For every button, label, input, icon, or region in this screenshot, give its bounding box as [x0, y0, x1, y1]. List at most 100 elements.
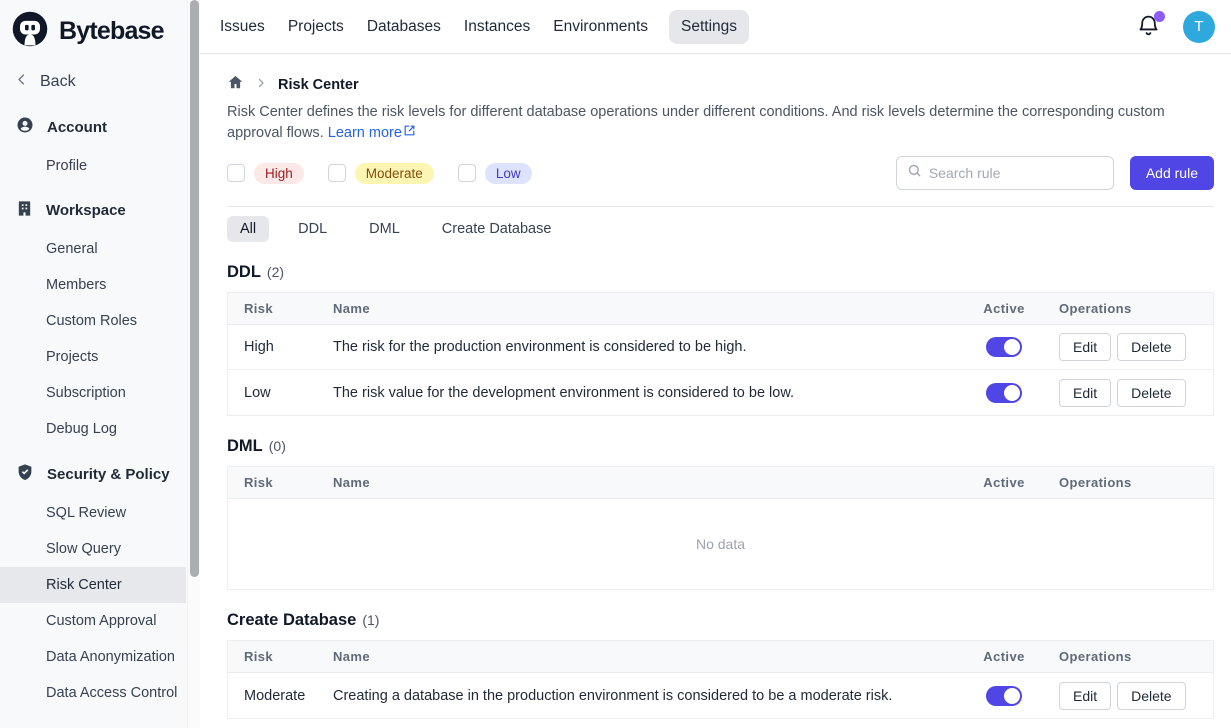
header-name: Name — [317, 649, 949, 664]
rule-name: The risk value for the development envir… — [317, 385, 949, 401]
shield-icon — [16, 463, 34, 485]
header-name: Name — [317, 475, 949, 490]
rule-name: Creating a database in the production en… — [317, 688, 949, 704]
learn-more-link[interactable]: Learn more — [328, 123, 416, 144]
brand-logo[interactable]: Bytebase — [0, 0, 186, 58]
nav-item-instances[interactable]: Instances — [462, 10, 532, 44]
sidebar-item-data-access-control[interactable]: Data Access Control — [0, 675, 186, 711]
toggle-knob — [1004, 688, 1020, 704]
header-name: Name — [317, 301, 949, 316]
breadcrumb-current: Risk Center — [278, 77, 359, 93]
sidebar-section-security-policy: Security & Policy — [0, 452, 186, 495]
rule-risk-level: Moderate — [228, 688, 317, 704]
nav-item-projects[interactable]: Projects — [286, 10, 346, 44]
sidebar-item-data-anonymization[interactable]: Data Anonymization — [0, 639, 186, 675]
user-avatar[interactable]: T — [1183, 11, 1215, 43]
sidebar-item-custom-approval[interactable]: Custom Approval — [0, 603, 186, 639]
add-rule-button[interactable]: Add rule — [1130, 156, 1214, 190]
rule-row-high: HighThe risk for the production environm… — [228, 325, 1213, 370]
header-risk: Risk — [228, 649, 317, 664]
search-rule-input[interactable] — [929, 165, 1103, 181]
header-operations: Operations — [1059, 301, 1213, 316]
delete-button[interactable]: Delete — [1117, 333, 1185, 361]
section-title: DDL — [227, 261, 261, 283]
app-window: Bytebase Back Account Profile Workspace Gen… — [0, 0, 1231, 728]
filter-low: Low — [458, 163, 532, 184]
section-title: Create Database — [227, 609, 356, 631]
tab-ddl[interactable]: DDL — [285, 216, 340, 242]
user-icon — [16, 116, 34, 138]
delete-button[interactable]: Delete — [1117, 682, 1185, 710]
filter-checkbox-moderate[interactable] — [328, 164, 346, 182]
rules-table: RiskNameActiveOperations ModerateCreating… — [227, 640, 1214, 719]
sidebar-item-members[interactable]: Members — [0, 267, 186, 303]
risk-center-page: Risk Center Risk Center defines the risk… — [200, 54, 1231, 719]
active-toggle[interactable] — [986, 337, 1022, 357]
sidebar-item-custom-roles[interactable]: Custom Roles — [0, 303, 186, 339]
rules-toolbar: High Moderate Low Add rule — [227, 156, 1214, 207]
section-count: (1) — [362, 609, 379, 631]
nav-items: Issues Projects Databases Instances Environm… — [218, 10, 749, 44]
sidebar-nav: AccountProfileWorkspaceGeneralMembersCus… — [0, 105, 186, 711]
nav-item-environments[interactable]: Environments — [551, 10, 650, 44]
edit-button[interactable]: Edit — [1059, 682, 1111, 710]
no-data-message: No data — [228, 499, 1213, 589]
edit-button[interactable]: Edit — [1059, 333, 1111, 361]
notification-dot — [1154, 11, 1165, 22]
settings-sidebar: Bytebase Back Account Profile Workspace Gen… — [0, 0, 200, 728]
filter-checkbox-low[interactable] — [458, 164, 476, 182]
sidebar-item-profile[interactable]: Profile — [0, 148, 186, 184]
nav-item-databases[interactable]: Databases — [365, 10, 443, 44]
tab-all[interactable]: All — [227, 216, 269, 242]
sidebar-section-workspace: Workspace — [0, 189, 186, 231]
filter-high: High — [227, 163, 304, 184]
sidebar-item-sql-review[interactable]: SQL Review — [0, 495, 186, 531]
scrollbar-thumb[interactable] — [190, 0, 199, 577]
rule-row-moderate: ModerateCreating a database in the produ… — [228, 673, 1213, 718]
delete-button[interactable]: Delete — [1117, 379, 1185, 407]
section-label: Security & Policy — [47, 466, 170, 483]
section-label: Account — [47, 119, 107, 136]
rule-risk-level: Low — [228, 385, 317, 401]
section-count: (2) — [267, 261, 284, 283]
external-link-icon — [403, 123, 416, 144]
notifications-button[interactable] — [1136, 13, 1162, 41]
home-icon[interactable] — [227, 74, 244, 96]
brand-name: Bytebase — [59, 17, 164, 46]
sidebar-item-general[interactable]: General — [0, 231, 186, 267]
sidebar-item-projects[interactable]: Projects — [0, 339, 186, 375]
tab-dml[interactable]: DML — [356, 216, 413, 242]
risk-level-filters: High Moderate Low — [227, 163, 532, 184]
table-header-row: RiskNameActiveOperations — [228, 467, 1213, 499]
filter-moderate: Moderate — [328, 163, 434, 184]
back-button[interactable]: Back — [0, 58, 186, 100]
active-toggle[interactable] — [986, 686, 1022, 706]
rules-table: RiskNameActiveOperationsNo data — [227, 466, 1214, 590]
section-label: Workspace — [46, 202, 126, 219]
rule-name: The risk for the production environment … — [317, 339, 949, 355]
sidebar-item-slow-query[interactable]: Slow Query — [0, 531, 186, 567]
edit-button[interactable]: Edit — [1059, 379, 1111, 407]
sidebar-item-subscription[interactable]: Subscription — [0, 375, 186, 411]
section-count: (0) — [269, 435, 286, 457]
filter-checkbox-high[interactable] — [227, 164, 245, 182]
header-operations: Operations — [1059, 649, 1213, 664]
toggle-knob — [1004, 385, 1020, 401]
sidebar-item-debug-log[interactable]: Debug Log — [0, 411, 186, 447]
top-navigation: Issues Projects Databases Instances Environm… — [200, 0, 1231, 54]
sidebar-scrollbar[interactable] — [187, 0, 200, 728]
nav-item-issues[interactable]: Issues — [218, 10, 267, 44]
bytebase-logo-icon — [10, 9, 50, 54]
rule-risk-level: High — [228, 339, 317, 355]
header-operations: Operations — [1059, 475, 1213, 490]
rule-row-low: LowThe risk value for the development en… — [228, 370, 1213, 415]
header-risk: Risk — [228, 301, 317, 316]
rule-section-dml: DML(0)RiskNameActiveOperationsNo data — [227, 435, 1214, 590]
header-active: Active — [949, 475, 1059, 490]
nav-item-settings[interactable]: Settings — [669, 10, 749, 44]
rule-type-tabs: All DDL DML Create Database — [227, 216, 1214, 242]
active-toggle[interactable] — [986, 383, 1022, 403]
tab-create-database[interactable]: Create Database — [429, 216, 565, 242]
header-active: Active — [949, 649, 1059, 664]
sidebar-item-risk-center[interactable]: Risk Center — [0, 567, 186, 603]
